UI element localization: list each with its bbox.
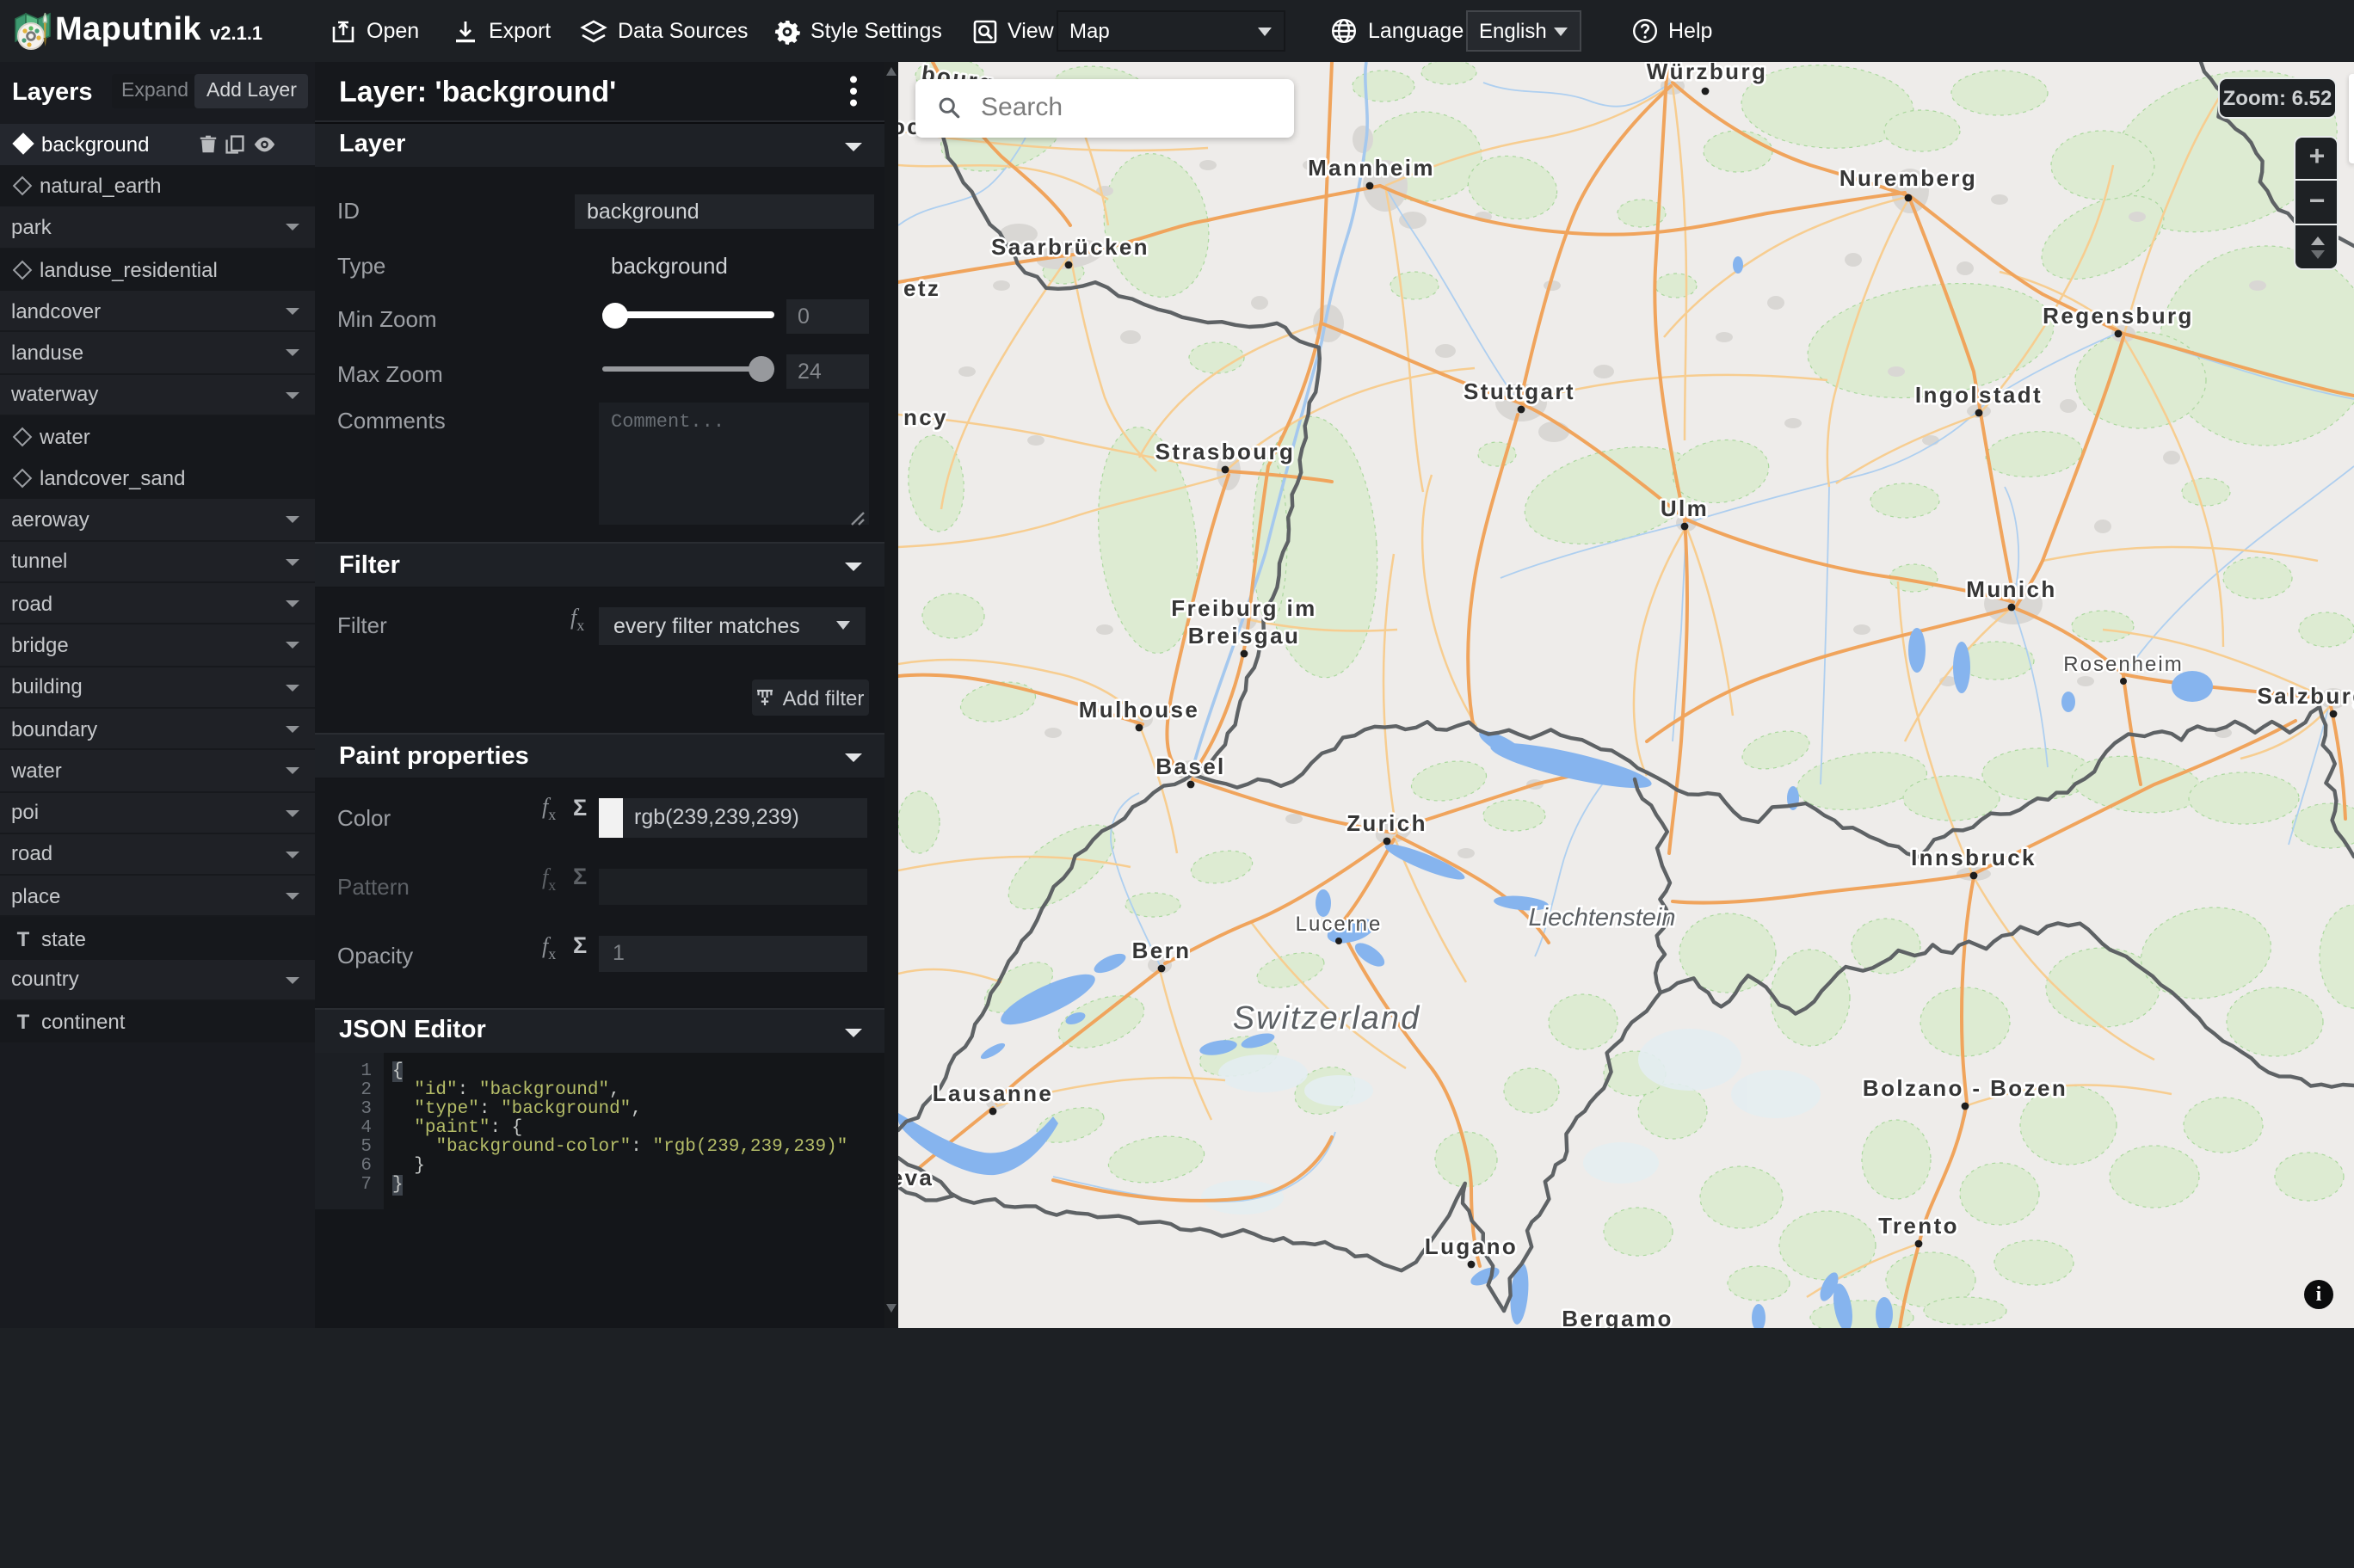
svg-text:Bergamo: Bergamo: [1562, 1306, 1673, 1327]
svg-text:Switzerland: Switzerland: [1233, 1000, 1420, 1036]
svg-text:Strasbourg: Strasbourg: [1155, 439, 1296, 464]
svg-text:Stuttgart: Stuttgart: [1464, 378, 1575, 404]
svg-text:Ingolstadt: Ingolstadt: [1915, 382, 2043, 408]
svg-text:Liechtenstein: Liechtenstein: [1529, 904, 1676, 932]
svg-text:Lucerne: Lucerne: [1296, 913, 1383, 936]
svg-text:etz: etz: [903, 275, 940, 301]
svg-text:Freiburg im: Freiburg im: [1171, 595, 1316, 621]
svg-text:Würzburg: Würzburg: [1647, 62, 1768, 84]
svg-text:Mannheim: Mannheim: [1308, 155, 1435, 181]
svg-text:Saarbrücken: Saarbrücken: [991, 234, 1149, 260]
svg-text:Bern: Bern: [1132, 938, 1192, 963]
svg-text:Basel: Basel: [1155, 753, 1225, 779]
svg-text:Bolzano - Bozen: Bolzano - Bozen: [1863, 1075, 2067, 1101]
svg-text:Munich: Munich: [1966, 576, 2056, 602]
svg-text:Lausanne: Lausanne: [933, 1080, 1054, 1106]
svg-text:Breisgau: Breisgau: [1188, 623, 1300, 649]
svg-text:Innsbruck: Innsbruck: [1911, 845, 2037, 870]
svg-text:Mulhouse: Mulhouse: [1079, 697, 1200, 723]
svg-text:Salzburg: Salzburg: [2258, 683, 2354, 709]
svg-text:ncy: ncy: [903, 404, 948, 430]
svg-text:Nuremberg: Nuremberg: [1839, 165, 1977, 191]
svg-text:eva: eva: [898, 1165, 934, 1190]
svg-text:Regensburg: Regensburg: [2043, 303, 2194, 329]
svg-text:Ulm: Ulm: [1661, 495, 1709, 521]
svg-text:Zurich: Zurich: [1346, 810, 1427, 836]
svg-text:Lugano: Lugano: [1425, 1233, 1518, 1259]
svg-text:Rosenheim: Rosenheim: [2063, 653, 2183, 676]
svg-text:Trento: Trento: [1878, 1213, 1959, 1239]
